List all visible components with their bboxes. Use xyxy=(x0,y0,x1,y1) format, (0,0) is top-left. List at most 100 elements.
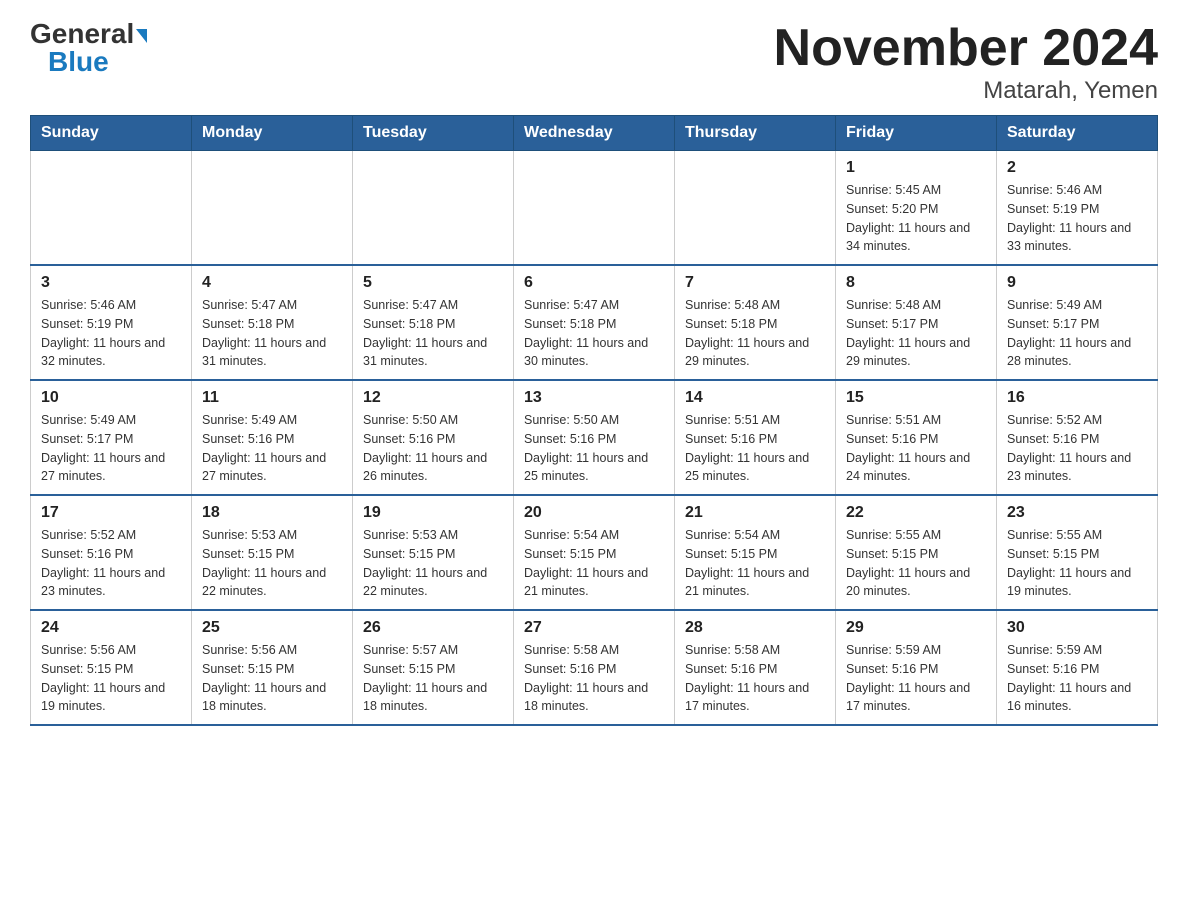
calendar-title: November 2024 xyxy=(774,20,1158,77)
calendar-subtitle: Matarah, Yemen xyxy=(774,77,1158,105)
day-info: Sunrise: 5:58 AMSunset: 5:16 PMDaylight:… xyxy=(524,641,664,716)
day-number: 27 xyxy=(524,619,664,637)
calendar-week-row: 24 Sunrise: 5:56 AMSunset: 5:15 PMDayligh… xyxy=(31,610,1158,725)
table-row: 24 Sunrise: 5:56 AMSunset: 5:15 PMDayligh… xyxy=(31,610,192,725)
title-block: November 2024 Matarah, Yemen xyxy=(774,20,1158,105)
logo-general-text: General xyxy=(30,20,134,48)
day-number: 15 xyxy=(846,389,986,407)
table-row: 30Sunrise: 5:59 AMSunset: 5:16 PMDayligh… xyxy=(997,610,1158,725)
table-row: 16 Sunrise: 5:52 AMSunset: 5:16 PMDayligh… xyxy=(997,380,1158,495)
day-number: 16 xyxy=(1007,389,1147,407)
logo-triangle-icon xyxy=(136,29,147,43)
table-row: 4 Sunrise: 5:47 AMSunset: 5:18 PMDaylight… xyxy=(192,265,353,380)
day-info: Sunrise: 5:53 AMSunset: 5:15 PMDaylight:… xyxy=(363,526,503,601)
day-number: 11 xyxy=(202,389,342,407)
table-row xyxy=(514,151,675,266)
day-number: 28 xyxy=(685,619,825,637)
day-number: 1 xyxy=(846,159,986,177)
day-info: Sunrise: 5:59 AMSunset: 5:16 PMDaylight:… xyxy=(846,641,986,716)
day-number: 18 xyxy=(202,504,342,522)
table-row: 27 Sunrise: 5:58 AMSunset: 5:16 PMDayligh… xyxy=(514,610,675,725)
calendar-week-row: 1 Sunrise: 5:45 AMSunset: 5:20 PMDaylight… xyxy=(31,151,1158,266)
table-row: 1 Sunrise: 5:45 AMSunset: 5:20 PMDaylight… xyxy=(836,151,997,266)
table-row: 13Sunrise: 5:50 AMSunset: 5:16 PMDayligh… xyxy=(514,380,675,495)
day-info: Sunrise: 5:46 AMSunset: 5:19 PMDaylight:… xyxy=(41,296,181,371)
header-saturday: Saturday xyxy=(997,116,1158,151)
day-info: Sunrise: 5:47 AMSunset: 5:18 PMDaylight:… xyxy=(363,296,503,371)
table-row: 28Sunrise: 5:58 AMSunset: 5:16 PMDayligh… xyxy=(675,610,836,725)
day-info: Sunrise: 5:52 AMSunset: 5:16 PMDaylight:… xyxy=(1007,411,1147,486)
header-tuesday: Tuesday xyxy=(353,116,514,151)
day-number: 12 xyxy=(363,389,503,407)
day-info: Sunrise: 5:52 AMSunset: 5:16 PMDaylight:… xyxy=(41,526,181,601)
day-info: Sunrise: 5:51 AMSunset: 5:16 PMDaylight:… xyxy=(685,411,825,486)
day-info: Sunrise: 5:54 AMSunset: 5:15 PMDaylight:… xyxy=(524,526,664,601)
day-number: 2 xyxy=(1007,159,1147,177)
header-thursday: Thursday xyxy=(675,116,836,151)
table-row: 23Sunrise: 5:55 AMSunset: 5:15 PMDayligh… xyxy=(997,495,1158,610)
day-info: Sunrise: 5:56 AMSunset: 5:15 PMDaylight:… xyxy=(41,641,181,716)
day-info: Sunrise: 5:46 AMSunset: 5:19 PMDaylight:… xyxy=(1007,181,1147,256)
table-row: 9Sunrise: 5:49 AMSunset: 5:17 PMDaylight… xyxy=(997,265,1158,380)
table-row: 19 Sunrise: 5:53 AMSunset: 5:15 PMDayligh… xyxy=(353,495,514,610)
calendar-week-row: 3Sunrise: 5:46 AMSunset: 5:19 PMDaylight… xyxy=(31,265,1158,380)
header-sunday: Sunday xyxy=(31,116,192,151)
calendar-week-row: 17 Sunrise: 5:52 AMSunset: 5:16 PMDayligh… xyxy=(31,495,1158,610)
table-row: 18 Sunrise: 5:53 AMSunset: 5:15 PMDayligh… xyxy=(192,495,353,610)
day-info: Sunrise: 5:50 AMSunset: 5:16 PMDaylight:… xyxy=(524,411,664,486)
table-row: 17 Sunrise: 5:52 AMSunset: 5:16 PMDayligh… xyxy=(31,495,192,610)
table-row xyxy=(192,151,353,266)
day-number: 4 xyxy=(202,274,342,292)
day-number: 22 xyxy=(846,504,986,522)
day-number: 24 xyxy=(41,619,181,637)
table-row: 6 Sunrise: 5:47 AMSunset: 5:18 PMDaylight… xyxy=(514,265,675,380)
table-row: 12 Sunrise: 5:50 AMSunset: 5:16 PMDayligh… xyxy=(353,380,514,495)
day-number: 6 xyxy=(524,274,664,292)
day-number: 29 xyxy=(846,619,986,637)
day-info: Sunrise: 5:49 AMSunset: 5:17 PMDaylight:… xyxy=(1007,296,1147,371)
table-row: 7 Sunrise: 5:48 AMSunset: 5:18 PMDaylight… xyxy=(675,265,836,380)
header-friday: Friday xyxy=(836,116,997,151)
weekday-header-row: Sunday Monday Tuesday Wednesday Thursday… xyxy=(31,116,1158,151)
day-info: Sunrise: 5:50 AMSunset: 5:16 PMDaylight:… xyxy=(363,411,503,486)
day-info: Sunrise: 5:55 AMSunset: 5:15 PMDaylight:… xyxy=(846,526,986,601)
table-row: 15 Sunrise: 5:51 AMSunset: 5:16 PMDayligh… xyxy=(836,380,997,495)
day-number: 17 xyxy=(41,504,181,522)
table-row: 21 Sunrise: 5:54 AMSunset: 5:15 PMDayligh… xyxy=(675,495,836,610)
day-info: Sunrise: 5:51 AMSunset: 5:16 PMDaylight:… xyxy=(846,411,986,486)
logo: General Blue xyxy=(30,20,147,76)
page-header: General Blue November 2024 Matarah, Yeme… xyxy=(30,20,1158,105)
day-info: Sunrise: 5:45 AMSunset: 5:20 PMDaylight:… xyxy=(846,181,986,256)
day-info: Sunrise: 5:47 AMSunset: 5:18 PMDaylight:… xyxy=(202,296,342,371)
day-info: Sunrise: 5:54 AMSunset: 5:15 PMDaylight:… xyxy=(685,526,825,601)
day-number: 26 xyxy=(363,619,503,637)
header-monday: Monday xyxy=(192,116,353,151)
table-row: 5 Sunrise: 5:47 AMSunset: 5:18 PMDaylight… xyxy=(353,265,514,380)
table-row: 14Sunrise: 5:51 AMSunset: 5:16 PMDayligh… xyxy=(675,380,836,495)
day-info: Sunrise: 5:48 AMSunset: 5:17 PMDaylight:… xyxy=(846,296,986,371)
table-row: 10 Sunrise: 5:49 AMSunset: 5:17 PMDayligh… xyxy=(31,380,192,495)
table-row: 22 Sunrise: 5:55 AMSunset: 5:15 PMDayligh… xyxy=(836,495,997,610)
table-row: 25Sunrise: 5:56 AMSunset: 5:15 PMDayligh… xyxy=(192,610,353,725)
day-info: Sunrise: 5:53 AMSunset: 5:15 PMDaylight:… xyxy=(202,526,342,601)
day-number: 20 xyxy=(524,504,664,522)
day-number: 19 xyxy=(363,504,503,522)
table-row: 11Sunrise: 5:49 AMSunset: 5:16 PMDayligh… xyxy=(192,380,353,495)
logo-blue-text: Blue xyxy=(48,48,109,76)
day-info: Sunrise: 5:59 AMSunset: 5:16 PMDaylight:… xyxy=(1007,641,1147,716)
table-row xyxy=(31,151,192,266)
table-row: 29 Sunrise: 5:59 AMSunset: 5:16 PMDayligh… xyxy=(836,610,997,725)
table-row: 20 Sunrise: 5:54 AMSunset: 5:15 PMDayligh… xyxy=(514,495,675,610)
day-number: 10 xyxy=(41,389,181,407)
day-number: 25 xyxy=(202,619,342,637)
day-number: 21 xyxy=(685,504,825,522)
calendar-week-row: 10 Sunrise: 5:49 AMSunset: 5:17 PMDayligh… xyxy=(31,380,1158,495)
day-number: 7 xyxy=(685,274,825,292)
table-row xyxy=(675,151,836,266)
day-info: Sunrise: 5:47 AMSunset: 5:18 PMDaylight:… xyxy=(524,296,664,371)
day-number: 5 xyxy=(363,274,503,292)
day-info: Sunrise: 5:48 AMSunset: 5:18 PMDaylight:… xyxy=(685,296,825,371)
day-info: Sunrise: 5:49 AMSunset: 5:17 PMDaylight:… xyxy=(41,411,181,486)
table-row: 8Sunrise: 5:48 AMSunset: 5:17 PMDaylight… xyxy=(836,265,997,380)
table-row: 3Sunrise: 5:46 AMSunset: 5:19 PMDaylight… xyxy=(31,265,192,380)
